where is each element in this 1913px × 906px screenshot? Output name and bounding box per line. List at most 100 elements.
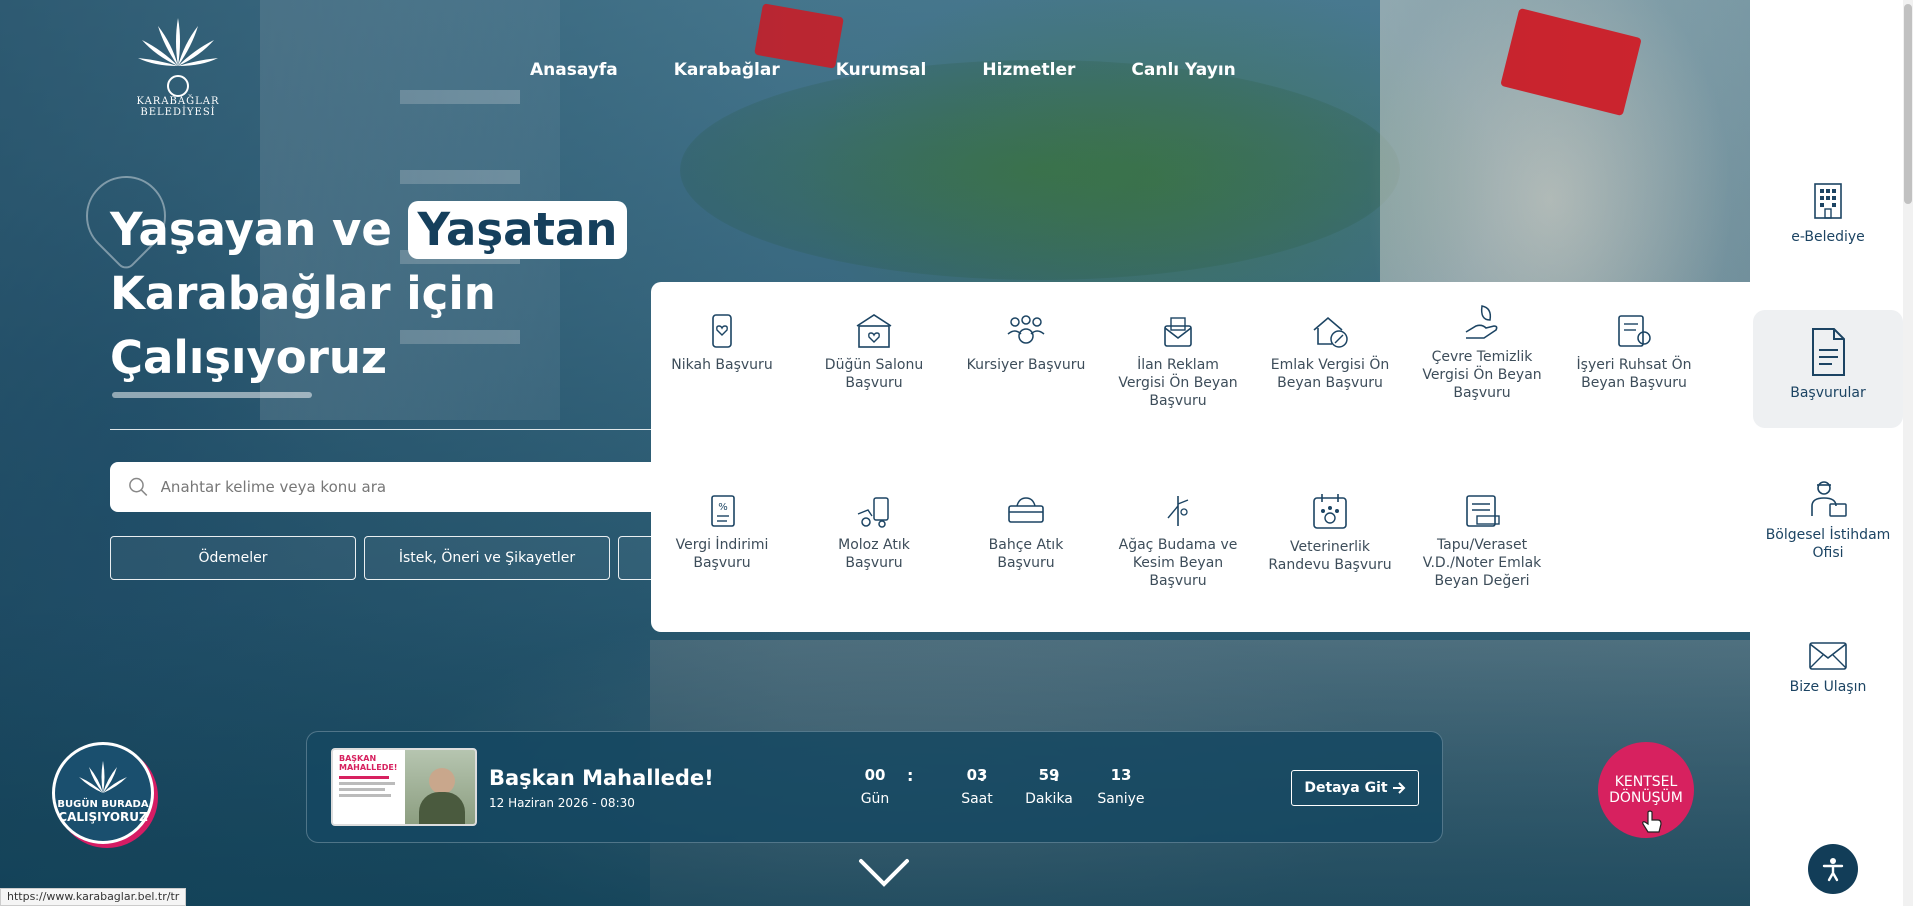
house-percent-icon bbox=[1313, 316, 1348, 348]
accessibility-icon bbox=[1822, 858, 1844, 882]
service-label: Ağaç Budama ve Kesim Beyan Başvuru bbox=[1118, 537, 1238, 589]
search-box bbox=[110, 462, 670, 512]
search-input[interactable] bbox=[160, 478, 670, 496]
scroll-down-chevron-icon[interactable] bbox=[858, 858, 910, 888]
service-isyeri-ruhsat[interactable]: İşyeri Ruhsat Ön Beyan Başvuru bbox=[1569, 312, 1699, 392]
service-vergi-indirimi[interactable]: % Vergi İndirimi Başvuru bbox=[657, 492, 787, 572]
hand-leaf-icon bbox=[1465, 305, 1498, 339]
hero-headline: Yaşayan ve Yaşatan Karabağlar için Çalış… bbox=[110, 198, 628, 390]
kentsel-line1: KENTSEL bbox=[1614, 774, 1678, 790]
badge-line2: ÇALIŞIYORUZ bbox=[58, 810, 148, 824]
headline-part1: Yaşayan ve bbox=[110, 203, 392, 256]
countdown-separator: : bbox=[907, 766, 914, 785]
event-title: Başkan Mahallede! bbox=[489, 766, 714, 790]
scrollbar[interactable] bbox=[1903, 0, 1913, 906]
mail-icon bbox=[1809, 642, 1847, 670]
accessibility-button[interactable] bbox=[1808, 844, 1858, 894]
right-sidebar: e-Belediye Başvurular Bölgesel İstihdam … bbox=[1750, 0, 1913, 906]
countdown-seconds: 13 bbox=[1110, 766, 1132, 784]
event-detail-button[interactable]: Detaya Git bbox=[1291, 770, 1419, 806]
countdown-days: 00 bbox=[864, 766, 886, 784]
envelope-icon bbox=[1164, 317, 1192, 347]
deed-icon bbox=[1466, 495, 1500, 527]
service-veterinerlik[interactable]: Veterinerlik Randevu Başvuru bbox=[1265, 492, 1395, 574]
nav-canli-yayin[interactable]: Canlı Yayın bbox=[1131, 60, 1235, 80]
main-nav: Anasayfa Karabağlar Kurumsal Hizmetler C… bbox=[530, 60, 1292, 80]
countdown-minutes: 59 bbox=[1038, 766, 1060, 784]
scrollbar-thumb[interactable] bbox=[1904, 4, 1912, 204]
service-label: Bahçe Atık Başvuru bbox=[988, 537, 1064, 571]
service-label: Tapu/Veraset V.D./Noter Emlak Beyan Değe… bbox=[1422, 537, 1542, 589]
tax-document-icon: % bbox=[711, 495, 735, 527]
group-icon bbox=[1007, 315, 1045, 344]
pruning-icon bbox=[1167, 496, 1189, 526]
headline-line3: Çalışıyoruz bbox=[110, 331, 388, 384]
sidebar-item-e-belediye[interactable]: e-Belediye bbox=[1753, 180, 1903, 256]
service-tapu-veraset[interactable]: Tapu/Veraset V.D./Noter Emlak Beyan Değe… bbox=[1417, 492, 1547, 590]
thumbnail-title: BAŞKAN MAHALLEDE! bbox=[339, 754, 398, 772]
sidebar-item-basvurular[interactable]: Başvurular bbox=[1753, 310, 1903, 428]
requests-complaints-button[interactable]: İstek, Öneri ve Şikayetler bbox=[364, 536, 610, 580]
service-label: Veterinerlik Randevu Başvuru bbox=[1268, 539, 1392, 573]
countdown-hours-label: Saat bbox=[961, 791, 993, 807]
nav-anasayfa[interactable]: Anasayfa bbox=[530, 60, 618, 80]
hero-divider bbox=[110, 429, 670, 430]
badge-emblem-icon bbox=[79, 761, 127, 793]
kentsel-donusum-button[interactable]: KENTSEL DÖNÜŞÜM bbox=[1598, 742, 1694, 838]
service-label: Kursiyer Başvuru bbox=[966, 357, 1086, 373]
sidebar-item-label: Bölgesel İstihdam Ofisi bbox=[1765, 527, 1891, 561]
service-cevre-temizlik[interactable]: Çevre Temizlik Vergisi Ön Beyan Başvuru bbox=[1417, 302, 1547, 402]
service-bahce-atik[interactable]: Bahçe Atık Başvuru bbox=[961, 492, 1091, 572]
service-emlak-vergisi[interactable]: Emlak Vergisi Ön Beyan Başvuru bbox=[1265, 312, 1395, 392]
garden-waste-icon bbox=[1008, 497, 1044, 523]
service-kursiyer[interactable]: Kursiyer Başvuru bbox=[961, 312, 1091, 374]
countdown-seconds-label: Saniye bbox=[1097, 791, 1145, 807]
nav-kurumsal[interactable]: Kurumsal bbox=[836, 60, 927, 80]
search-icon bbox=[129, 477, 148, 496]
sidebar-item-bize-ulasin[interactable]: Bize Ulaşın bbox=[1753, 640, 1903, 696]
event-detail-label: Detaya Git bbox=[1304, 780, 1388, 796]
nav-karabaglar[interactable]: Karabağlar bbox=[674, 60, 780, 80]
countdown-minutes-label: Dakika bbox=[1025, 791, 1073, 807]
countdown-days-label: Gün bbox=[860, 791, 890, 807]
sidebar-item-label: Bize Ulaşın bbox=[1789, 679, 1867, 695]
hand-pointer-icon bbox=[1642, 810, 1662, 833]
service-label: İlan Reklam Vergisi Ön Beyan Başvuru bbox=[1118, 357, 1238, 409]
sidebar-item-label: e-Belediye bbox=[1791, 229, 1865, 245]
service-agac-budama[interactable]: Ağaç Budama ve Kesim Beyan Başvuru bbox=[1113, 492, 1243, 590]
status-bar-url: https://www.karabaglar.bel.tr/tr bbox=[0, 888, 187, 906]
kentsel-line2: DÖNÜŞÜM bbox=[1609, 790, 1683, 806]
document-icon bbox=[1812, 328, 1845, 376]
bugun-burada-badge[interactable]: BUGÜN BURADA ÇALIŞIYORUZ bbox=[52, 742, 154, 844]
service-label: Nikah Başvuru bbox=[671, 357, 773, 373]
countdown-hours: 03 bbox=[966, 766, 988, 784]
service-nikah[interactable]: Nikah Başvuru bbox=[657, 312, 787, 374]
service-ilan-reklam[interactable]: İlan Reklam Vergisi Ön Beyan Başvuru bbox=[1113, 312, 1243, 410]
payments-button[interactable]: Ödemeler bbox=[110, 536, 356, 580]
building-icon bbox=[1814, 183, 1842, 219]
wedding-hall-icon bbox=[856, 314, 892, 348]
paw-calendar-icon bbox=[1313, 494, 1347, 529]
worker-icon bbox=[1811, 481, 1847, 517]
service-label: İşyeri Ruhsat Ön Beyan Başvuru bbox=[1576, 357, 1692, 391]
svg-text:%: % bbox=[718, 502, 728, 513]
headline-underline bbox=[112, 392, 312, 398]
headline-line2: Karabağlar için bbox=[110, 267, 496, 320]
phone-heart-icon bbox=[712, 314, 732, 348]
site-logo[interactable]: KARABAĞLAR BELEDİYESİ bbox=[108, 16, 248, 126]
service-label: Düğün Salonu Başvuru bbox=[824, 357, 924, 391]
debris-icon bbox=[857, 497, 889, 528]
service-label: Çevre Temizlik Vergisi Ön Beyan Başvuru bbox=[1422, 349, 1542, 401]
service-moloz-atik[interactable]: Moloz Atık Başvuru bbox=[809, 492, 939, 572]
logo-text: KARABAĞLAR BELEDİYESİ bbox=[136, 96, 220, 118]
nav-hizmetler[interactable]: Hizmetler bbox=[982, 60, 1075, 80]
arrow-right-icon bbox=[1392, 782, 1406, 794]
event-thumbnail[interactable]: BAŞKAN MAHALLEDE! bbox=[331, 748, 477, 826]
applications-panel: Nikah Başvuru Düğün Salonu Başvuru Kursi… bbox=[651, 282, 1750, 632]
sidebar-item-label: Başvurular bbox=[1790, 385, 1866, 401]
service-label: Moloz Atık Başvuru bbox=[838, 537, 910, 571]
service-dugun-salonu[interactable]: Düğün Salonu Başvuru bbox=[809, 312, 939, 392]
headline-highlight: Yaşatan bbox=[407, 201, 628, 259]
license-icon bbox=[1618, 315, 1651, 347]
sidebar-item-istihdam[interactable]: Bölgesel İstihdam Ofisi bbox=[1753, 478, 1903, 562]
